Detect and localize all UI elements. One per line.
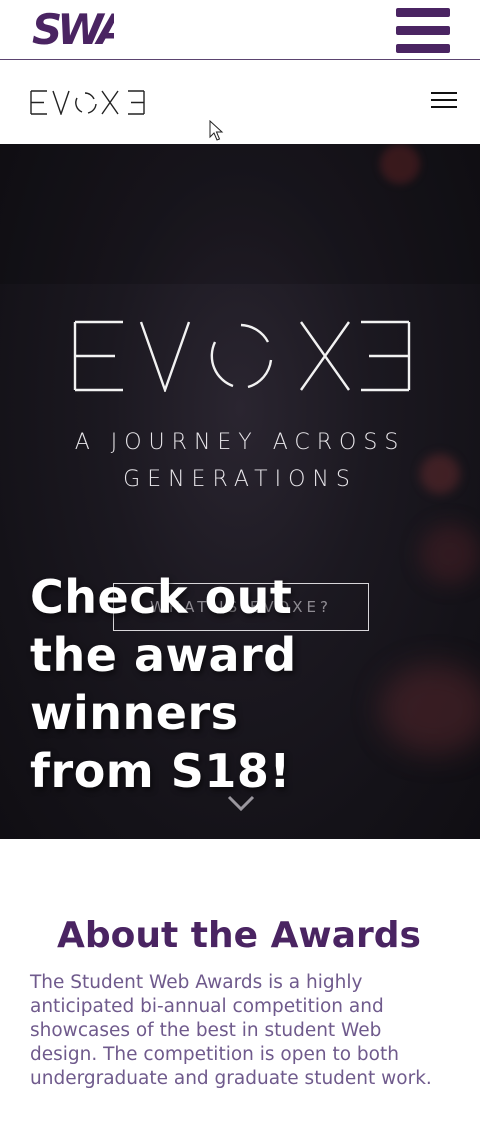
hero-tagline: A JOURNEY ACROSS GENERATIONS [74, 430, 406, 492]
evoxe-logo[interactable] [30, 90, 146, 115]
about-description: The Student Web Awards is a highly antic… [30, 972, 432, 1089]
swa-top-bar: SWA [0, 0, 480, 60]
hero-evoxe-logo [73, 320, 411, 392]
evoxe-header [0, 61, 480, 144]
mouse-cursor-icon [209, 120, 224, 141]
swa-logo[interactable]: SWA [32, 6, 114, 50]
award-winners-headline[interactable]: Check out the award winners from S18! [30, 568, 330, 800]
about-section: About the Awards The Student Web Awards … [0, 839, 480, 1138]
evoxe-menu-button[interactable] [431, 92, 457, 110]
swa-logo-text: SWA [32, 6, 114, 50]
about-title: About the Awards [57, 915, 421, 956]
swa-menu-button[interactable] [396, 8, 450, 54]
